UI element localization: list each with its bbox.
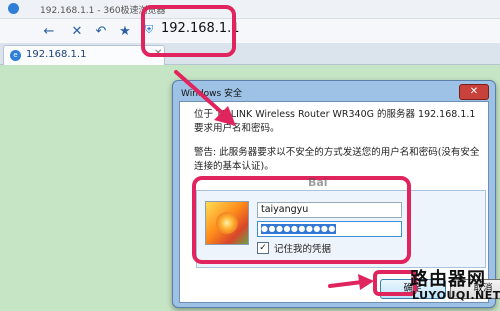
undo-icon[interactable]: ↶ — [92, 22, 110, 40]
watermark-cn: 路由器网 — [410, 269, 486, 290]
watermark-en: LUYOUQI.NET — [412, 289, 500, 302]
arrow-annotation-1 — [174, 70, 236, 126]
browser-title-bar: 192.168.1.1 - 360极速浏览器 — [0, 0, 500, 19]
globe-icon: e — [10, 50, 21, 61]
credentials-highlight — [192, 176, 411, 264]
dialog-close-button[interactable]: ✕ — [459, 84, 489, 100]
address-highlight — [141, 5, 236, 57]
star-icon[interactable]: ★ — [116, 22, 134, 40]
browser-logo-icon — [8, 3, 19, 14]
tab-bar: e 192.168.1.1 ✕ — [0, 43, 500, 65]
security-warning-text: 警告: 此服务器要求以不安全的方式发送您的用户名和密码(没有安全连接的基本认证)… — [194, 147, 480, 172]
back-arrow-icon[interactable]: ← — [40, 22, 58, 40]
site-watermark: 路由器网 LUYOUQI.NET — [410, 265, 500, 309]
faint-watermark: Bai — [308, 176, 328, 189]
close-icon[interactable]: ✕ — [68, 22, 86, 40]
arrow-annotation-2 — [328, 274, 374, 290]
tab-title: 192.168.1.1 — [26, 49, 87, 60]
browser-toolbar: ← ✕ ↶ ★ — [0, 19, 500, 43]
